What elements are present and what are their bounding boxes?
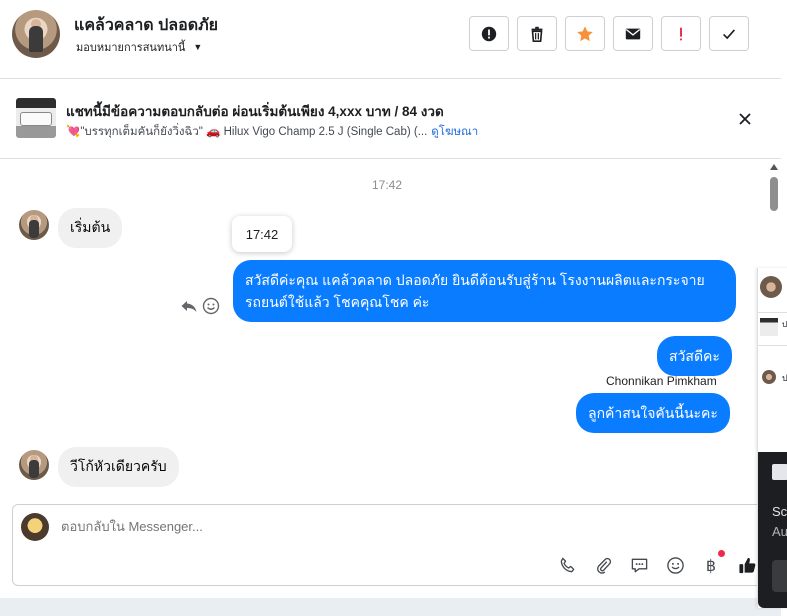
trash-icon: [531, 26, 543, 42]
like-button[interactable]: [737, 555, 757, 575]
message-timestamp: 17:42: [371, 178, 403, 192]
popup-avatar-small: [762, 370, 776, 384]
message-bubble-outgoing[interactable]: สวัสดีคะ: [657, 336, 732, 376]
conversation-header: แคล้วคลาด ปลอดภัย มอบหมายการสนทนานี้ ▼: [0, 0, 781, 79]
baht-icon: ฿: [705, 555, 717, 575]
message-bubble-outgoing[interactable]: ลูกค้าสนใจคันนี้นะคะ: [576, 393, 730, 433]
popup-snippet-2: ป: [782, 373, 787, 383]
reply-icon[interactable]: [180, 297, 198, 315]
message-bubble-incoming[interactable]: เริ่มต้น: [58, 208, 123, 248]
phone-icon: [560, 557, 574, 572]
popup-card-line-2: Au: [772, 524, 787, 539]
scroll-up-arrow-icon[interactable]: [770, 164, 778, 170]
smiley-icon: [666, 556, 684, 574]
notification-dot: [718, 550, 725, 557]
header-actions: [469, 16, 749, 51]
close-banner-button[interactable]: [734, 108, 756, 130]
attach-button[interactable]: [593, 555, 613, 575]
star-button[interactable]: [565, 16, 605, 51]
call-button[interactable]: [557, 555, 577, 575]
chevron-down-icon: ▼: [193, 42, 203, 52]
emoji-button[interactable]: [665, 555, 685, 575]
side-popup-panel: ป ป Sc Au: [757, 268, 787, 608]
payment-button[interactable]: ฿: [701, 550, 725, 575]
smiley-icon[interactable]: [202, 297, 220, 315]
close-icon: [739, 113, 751, 125]
paperclip-icon: [596, 557, 611, 574]
conversation-panel: แคล้วคลาด ปลอดภัย มอบหมายการสนทนานี้ ▼ แ…: [0, 0, 781, 616]
ad-title: แชทนี้มีข้อความตอบกลับต่อ ผ่อนเริ่มต้นเพ…: [66, 104, 444, 119]
exclamation-icon: [680, 27, 682, 40]
saved-replies-button[interactable]: [629, 555, 649, 575]
thumbs-up-icon: [738, 557, 755, 573]
mark-unread-button[interactable]: [613, 16, 653, 51]
popup-card-line-1: Sc: [772, 504, 787, 519]
contact-name[interactable]: แคล้วคลาด ปลอดภัย: [74, 13, 218, 38]
ad-subtitle: 💘"บรรทุกเต็มคันก็ยังวิ่งฉิว" 🚗 Hilux Vig…: [66, 123, 478, 141]
mark-spam-button[interactable]: [469, 16, 509, 51]
popup-card-button[interactable]: [772, 560, 787, 592]
ad-description: 💘"บรรทุกเต็มคันก็ยังวิ่งฉิว" 🚗 Hilux Vig…: [66, 126, 428, 138]
delete-button[interactable]: [517, 16, 557, 51]
popup-avatar: [760, 276, 782, 298]
assign-conversation-dropdown[interactable]: มอบหมายการสนทนานี้ ▼: [76, 38, 202, 56]
popup-snippet: ป: [782, 320, 787, 329]
view-ad-link[interactable]: ดูโฆษณา: [431, 126, 478, 138]
mark-done-button[interactable]: [709, 16, 749, 51]
bottom-strip: [0, 598, 781, 616]
popup-dark-card: Sc Au: [758, 452, 787, 608]
star-icon: [577, 25, 593, 41]
follow-up-button[interactable]: [661, 16, 701, 51]
reply-input[interactable]: [61, 519, 661, 534]
check-icon: [723, 28, 736, 39]
popup-ad-thumbnail: [760, 318, 778, 336]
envelope-icon: [625, 28, 641, 39]
message-bubble-incoming[interactable]: วีโก้หัวเดียวครับ: [58, 447, 179, 487]
contact-avatar-small: [19, 210, 49, 240]
exclamation-circle-icon: [481, 26, 497, 41]
contact-avatar[interactable]: [12, 10, 60, 58]
composer-toolbar: ฿: [557, 550, 757, 575]
chat-bubble-icon: [631, 558, 647, 572]
message-bubble-outgoing[interactable]: สวัสดีค่ะคุณ แคล้วคลาด ปลอดภัย ยินดีต้อน…: [233, 260, 736, 322]
time-tooltip: 17:42: [232, 216, 292, 252]
message-composer: ฿: [12, 504, 770, 586]
ad-thumbnail: [16, 98, 56, 138]
ad-context-banner: แชทนี้มีข้อความตอบกลับต่อ ผ่อนเริ่มต้นเพ…: [0, 80, 781, 159]
message-hover-actions: [180, 297, 220, 315]
contact-avatar-small: [19, 450, 49, 480]
popup-app-icon: [772, 464, 787, 480]
sender-name: Chonnikan Pimkham: [606, 374, 717, 388]
page-avatar: [21, 513, 49, 541]
assign-label: มอบหมายการสนทนานี้: [76, 42, 186, 54]
